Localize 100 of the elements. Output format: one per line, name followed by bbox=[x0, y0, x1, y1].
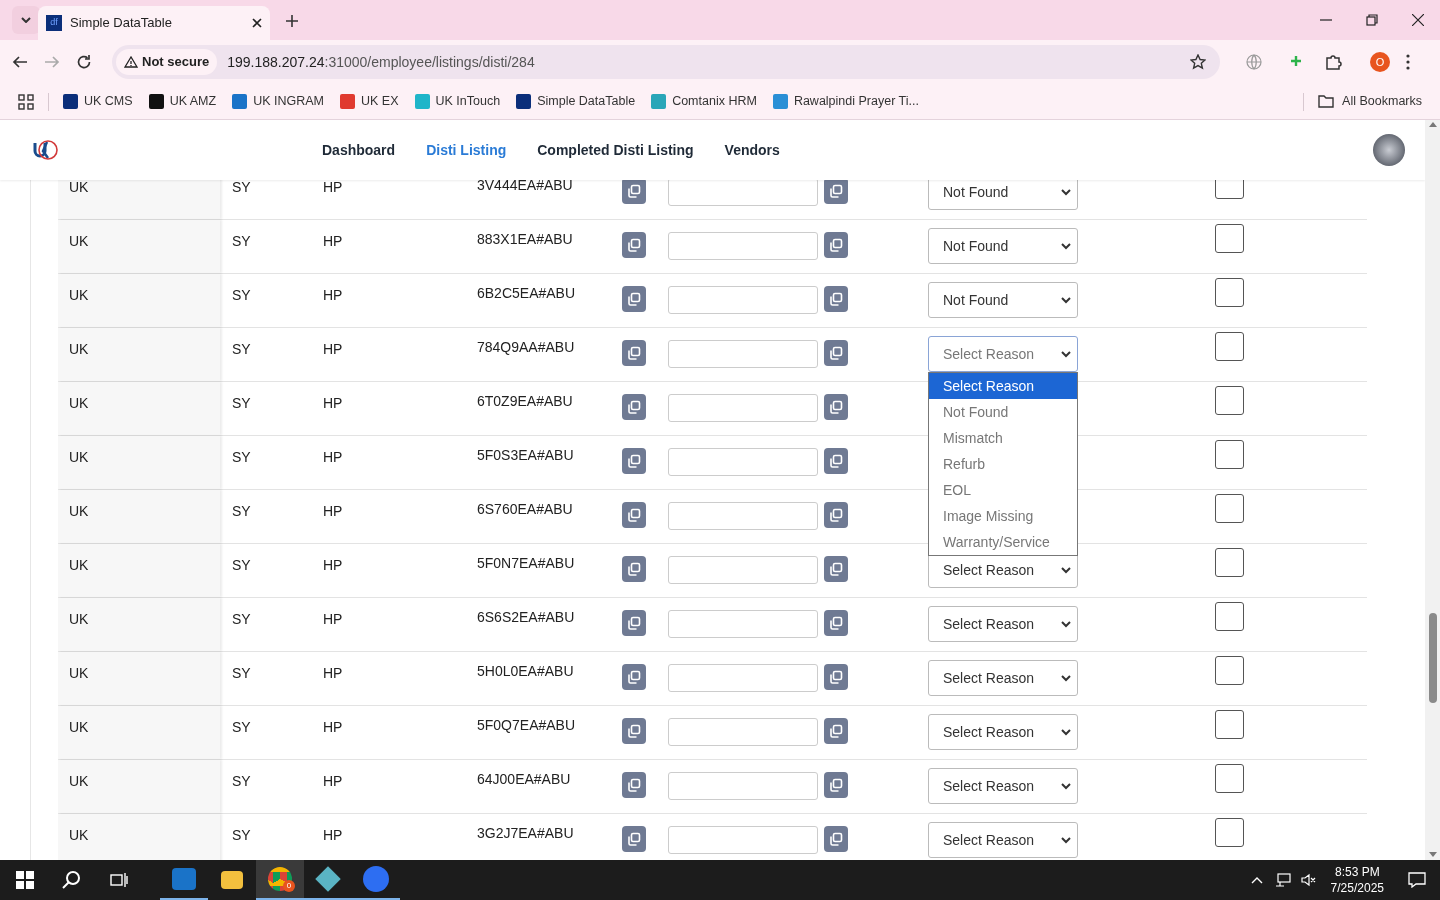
input-field[interactable] bbox=[668, 394, 818, 422]
copy-button[interactable] bbox=[622, 340, 646, 366]
input-field[interactable] bbox=[668, 340, 818, 368]
scroll-down-icon[interactable] bbox=[1428, 852, 1437, 857]
globe-icon[interactable] bbox=[1246, 54, 1262, 70]
notifications-icon[interactable] bbox=[1408, 872, 1426, 888]
input-field[interactable] bbox=[668, 718, 818, 746]
copy-button[interactable] bbox=[622, 664, 646, 690]
reason-select[interactable]: Select Reason bbox=[928, 768, 1078, 804]
address-bar[interactable]: Not secure 199.188.207.24:31000/employee/listings/disti/284 bbox=[112, 45, 1220, 79]
bookmark-link[interactable]: UK EX bbox=[340, 92, 399, 111]
reason-select[interactable]: Select Reason bbox=[928, 336, 1078, 372]
scroll-up-icon[interactable] bbox=[1428, 122, 1437, 127]
reason-select[interactable]: Select Reason bbox=[928, 714, 1078, 750]
paste-button[interactable] bbox=[824, 502, 848, 528]
input-field[interactable] bbox=[668, 448, 818, 476]
dropdown-option[interactable]: Mismatch bbox=[929, 425, 1077, 451]
paste-button[interactable] bbox=[824, 826, 848, 852]
network-icon[interactable] bbox=[1274, 873, 1291, 887]
close-icon[interactable] bbox=[252, 18, 262, 28]
input-field[interactable] bbox=[668, 772, 818, 800]
checkbox[interactable] bbox=[1215, 548, 1244, 577]
reason-select[interactable]: Not Found bbox=[928, 228, 1078, 264]
paste-button[interactable] bbox=[824, 286, 848, 312]
outlook-icon[interactable] bbox=[172, 868, 196, 890]
new-tab-icon[interactable] bbox=[286, 15, 298, 27]
restore-icon[interactable] bbox=[1366, 14, 1378, 26]
reason-select[interactable]: Not Found bbox=[928, 180, 1078, 210]
scrollbar-thumb[interactable] bbox=[1428, 613, 1437, 703]
input-field[interactable] bbox=[668, 502, 818, 530]
dropdown-option[interactable]: Warranty/Service bbox=[929, 529, 1077, 555]
browser-tab[interactable]: df Simple DataTable bbox=[38, 6, 270, 40]
copy-button[interactable] bbox=[622, 718, 646, 744]
checkbox[interactable] bbox=[1215, 494, 1244, 523]
copy-button[interactable] bbox=[622, 394, 646, 420]
paste-button[interactable] bbox=[824, 664, 848, 690]
bookmark-link[interactable]: Comtanix HRM bbox=[651, 92, 757, 111]
windows-start-icon[interactable] bbox=[16, 871, 34, 889]
paste-button[interactable] bbox=[824, 340, 848, 366]
reason-select[interactable]: Select Reason bbox=[928, 606, 1078, 642]
menu-icon[interactable] bbox=[1406, 54, 1410, 70]
copy-button[interactable] bbox=[622, 180, 646, 204]
paste-button[interactable] bbox=[824, 718, 848, 744]
checkbox[interactable] bbox=[1215, 818, 1244, 847]
all-bookmarks-button[interactable]: All Bookmarks bbox=[1318, 92, 1422, 111]
close-icon[interactable] bbox=[1412, 14, 1424, 26]
checkbox[interactable] bbox=[1215, 764, 1244, 793]
input-field[interactable] bbox=[668, 232, 818, 260]
bookmark-link[interactable]: UK AMZ bbox=[148, 92, 217, 111]
apps-grid-icon[interactable] bbox=[18, 93, 34, 110]
zoom-icon[interactable] bbox=[363, 866, 389, 892]
dropdown-option[interactable]: Image Missing bbox=[929, 503, 1077, 529]
search-icon[interactable] bbox=[62, 870, 82, 890]
input-field[interactable] bbox=[668, 610, 818, 638]
input-field[interactable] bbox=[668, 556, 818, 584]
security-chip[interactable]: Not secure bbox=[116, 49, 218, 75]
copy-button[interactable] bbox=[622, 448, 646, 474]
scrollbar[interactable] bbox=[1425, 120, 1440, 860]
copy-button[interactable] bbox=[622, 826, 646, 852]
checkbox[interactable] bbox=[1215, 602, 1244, 631]
copy-button[interactable] bbox=[622, 556, 646, 582]
profile-avatar[interactable]: O bbox=[1370, 52, 1390, 72]
reason-select[interactable]: Select Reason bbox=[928, 660, 1078, 696]
copy-button[interactable] bbox=[622, 502, 646, 528]
chevron-up-icon[interactable] bbox=[1250, 876, 1263, 884]
copy-button[interactable] bbox=[622, 286, 646, 312]
input-field[interactable] bbox=[668, 180, 818, 206]
checkbox[interactable] bbox=[1215, 386, 1244, 415]
reason-select[interactable]: Not Found bbox=[928, 282, 1078, 318]
chrome-icon[interactable] bbox=[268, 867, 292, 891]
dropdown-option[interactable]: EOL bbox=[929, 477, 1077, 503]
bookmark-link[interactable]: UK CMS bbox=[63, 92, 133, 111]
paste-button[interactable] bbox=[824, 232, 848, 258]
paste-button[interactable] bbox=[824, 448, 848, 474]
user-avatar[interactable] bbox=[1373, 134, 1405, 166]
dropdown-option[interactable]: Not Found bbox=[929, 399, 1077, 425]
task-view-icon[interactable] bbox=[110, 872, 128, 888]
nav-link[interactable]: Vendors bbox=[724, 139, 780, 161]
folder-icon[interactable] bbox=[221, 871, 243, 889]
dropdown-option[interactable]: Select Reason bbox=[929, 373, 1077, 399]
input-field[interactable] bbox=[668, 826, 818, 854]
logo[interactable] bbox=[33, 139, 59, 161]
copy-button[interactable] bbox=[622, 232, 646, 258]
bookmark-link[interactable]: Simple DataTable bbox=[516, 92, 636, 111]
nav-link[interactable]: Completed Disti Listing bbox=[537, 139, 694, 161]
copy-button[interactable] bbox=[622, 610, 646, 636]
paste-button[interactable] bbox=[824, 394, 848, 420]
paste-button[interactable] bbox=[824, 610, 848, 636]
nav-link[interactable]: Dashboard bbox=[322, 139, 396, 161]
reload-icon[interactable] bbox=[76, 54, 92, 70]
input-field[interactable] bbox=[668, 664, 818, 692]
star-icon[interactable] bbox=[1190, 54, 1206, 70]
checkbox[interactable] bbox=[1215, 332, 1244, 361]
dropdown-option[interactable]: Refurb bbox=[929, 451, 1077, 477]
puzzle-icon[interactable] bbox=[1324, 53, 1342, 71]
checkbox[interactable] bbox=[1215, 224, 1244, 253]
reason-select[interactable]: Select Reason bbox=[928, 822, 1078, 858]
nav-link[interactable]: Disti Listing bbox=[426, 139, 507, 161]
paste-button[interactable] bbox=[824, 556, 848, 582]
paste-button[interactable] bbox=[824, 772, 848, 798]
